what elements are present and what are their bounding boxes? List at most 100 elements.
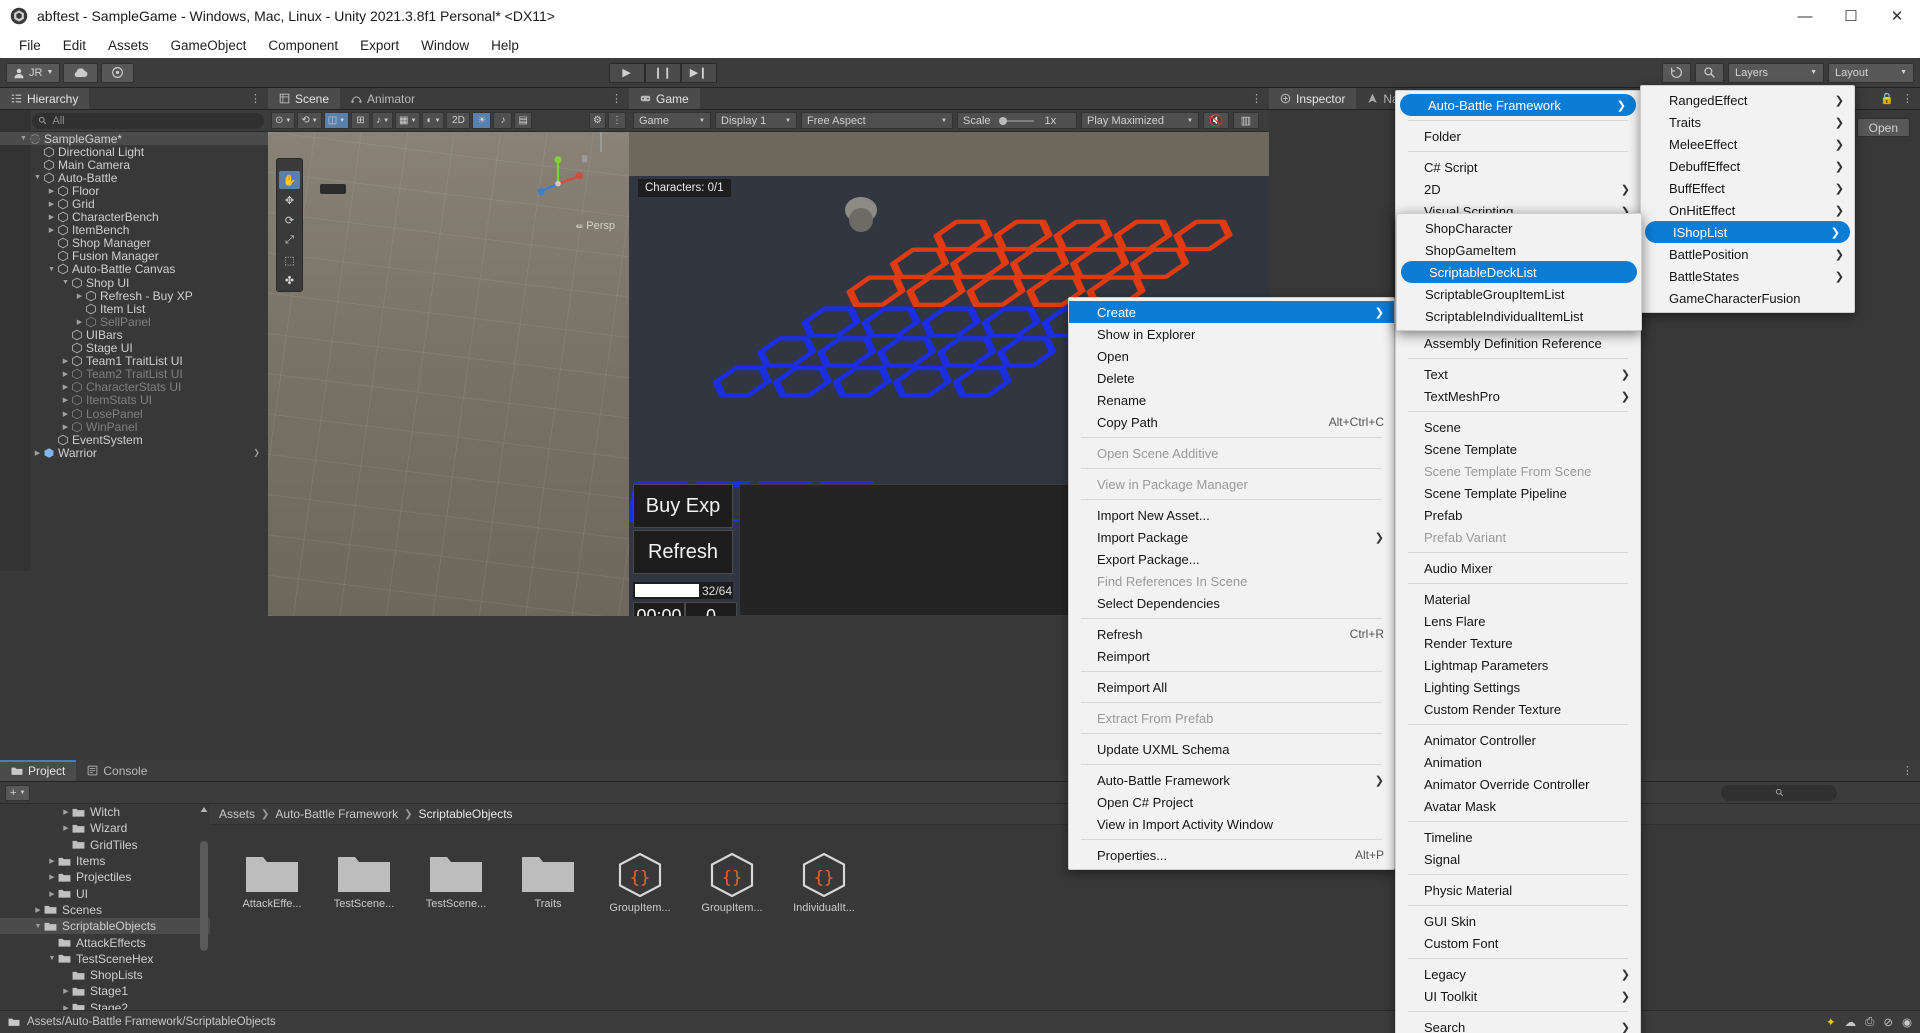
pause-button[interactable]: ❙❙ — [644, 62, 681, 83]
kebab-icon[interactable]: ⋮ — [1902, 92, 1913, 105]
project-search-input[interactable] — [1721, 784, 1837, 801]
scene-audio-toggle[interactable]: ♪ ▼ — [372, 112, 394, 129]
create-asset-button[interactable]: + ▼ — [5, 784, 31, 801]
tab-game[interactable]: Game — [629, 88, 700, 109]
menu-item-physic-material[interactable]: Physic Material — [1396, 879, 1640, 901]
menu-item-import-package[interactable]: Import Package ❯ — [1069, 526, 1394, 548]
tool-rect-icon[interactable]: ⬚ — [279, 251, 300, 269]
menu-item-ui-toolkit[interactable]: UI Toolkit ❯ — [1396, 985, 1640, 1007]
menu-item-scene[interactable]: Scene — [1396, 416, 1640, 438]
menu-item-c-script[interactable]: C# Script — [1396, 156, 1640, 178]
scene-rotation-button[interactable]: ⟲ ▼ — [297, 112, 322, 129]
tab-animator[interactable]: Animator — [340, 88, 427, 109]
tool-transform-icon[interactable]: ✤ — [279, 271, 300, 289]
menu-item-copy-path[interactable]: Copy Path Alt+Ctrl+C — [1069, 411, 1394, 433]
tool-move-icon[interactable]: ✥ — [279, 191, 300, 209]
menu-item-animation[interactable]: Animation — [1396, 751, 1640, 773]
game-aspect-selector[interactable]: Free Aspect ▼ — [801, 112, 953, 129]
tab-scene[interactable]: Scene — [268, 88, 341, 109]
step-button[interactable]: ▶❙ — [680, 62, 717, 83]
search-button[interactable] — [1695, 62, 1724, 83]
undo-history-button[interactable] — [1662, 62, 1691, 83]
menu-item-battleposition[interactable]: BattlePosition ❯ — [1641, 243, 1854, 265]
scroll-up-arrow-icon[interactable] — [200, 806, 208, 814]
ishoplist-submenu[interactable]: ShopCharacter ShopGameItem ScriptableDeckL… — [1396, 213, 1642, 331]
chevron-right-icon[interactable]: ▶ — [60, 824, 72, 832]
menu-item-properties[interactable]: Properties... Alt+P — [1069, 844, 1394, 866]
cloud-button[interactable] — [63, 62, 99, 83]
menu-item-scene-template[interactable]: Scene Template — [1396, 438, 1640, 460]
sprite-atlas-icon[interactable]: ✦ — [1826, 1015, 1836, 1029]
scene-2d-toggle[interactable]: ⊞ — [351, 112, 371, 129]
game-view-selector[interactable]: Game ▼ — [633, 112, 711, 129]
menu-item-custom-render-texture[interactable]: Custom Render Texture — [1396, 698, 1640, 720]
hierarchy-search-input[interactable]: All — [32, 112, 264, 129]
chevron-down-icon[interactable]: ▼ — [18, 135, 29, 142]
chevron-right-icon[interactable]: ▶ — [46, 200, 57, 208]
chevron-right-icon[interactable]: ▶ — [60, 357, 71, 365]
asset-item[interactable]: TestScene... — [421, 851, 491, 914]
menu-item-battlestates[interactable]: BattleStates ❯ — [1641, 265, 1854, 287]
menu-component[interactable]: Component — [257, 35, 349, 56]
tab-project[interactable]: Project — [0, 760, 77, 781]
menu-item-view-in-import-activity-window[interactable]: View in Import Activity Window — [1069, 813, 1394, 835]
scene-options-button[interactable]: ⋮ — [611, 88, 629, 109]
hierarchy-item-itembench[interactable]: ▶ ItemBench — [0, 223, 268, 237]
hierarchy-item-winpanel[interactable]: ▶ WinPanel — [0, 420, 268, 434]
chevron-right-icon[interactable]: ▶ — [32, 449, 43, 457]
project-folder-testscenehex[interactable]: ▼ TestSceneHex — [0, 951, 210, 967]
menu-item-2d[interactable]: 2D ❯ — [1396, 178, 1640, 200]
scene-pivot-button[interactable]: ⊙ ▼ — [271, 112, 296, 129]
hierarchy-item-itemstats-ui[interactable]: ▶ ItemStats UI — [0, 393, 268, 407]
menu-item-scriptableindividualitemlist[interactable]: ScriptableIndividualItemList — [1397, 305, 1641, 327]
layers-dropdown[interactable]: Layers ▼ — [1728, 62, 1824, 83]
game-stats-button[interactable]: ▥ — [1233, 112, 1259, 129]
hierarchy-item-sellpanel[interactable]: ▶ SellPanel — [0, 315, 268, 329]
menu-item-textmeshpro[interactable]: TextMeshPro ❯ — [1396, 385, 1640, 407]
chevron-down-icon[interactable]: ▼ — [46, 266, 57, 273]
lock-icon[interactable]: 🔒 — [1880, 92, 1894, 105]
menu-item-custom-font[interactable]: Custom Font — [1396, 932, 1640, 954]
menu-assets[interactable]: Assets — [97, 35, 160, 56]
hierarchy-item-main-camera[interactable]: Main Camera — [0, 158, 268, 172]
menu-item-reimport[interactable]: Reimport — [1069, 645, 1394, 667]
menu-export[interactable]: Export — [349, 35, 410, 56]
scene-fx-toggle[interactable]: ◐ ▼ — [422, 112, 445, 129]
chevron-right-icon[interactable]: ▶ — [60, 987, 72, 995]
menu-window[interactable]: Window — [410, 35, 480, 56]
menu-item-auto-battle-framework[interactable]: Auto-Battle Framework ❯ — [1400, 94, 1636, 116]
hierarchy-item-directional-light[interactable]: Directional Light — [0, 145, 268, 159]
tool-hand[interactable] — [279, 161, 300, 169]
menu-item-rangedeffect[interactable]: RangedEffect ❯ — [1641, 89, 1854, 111]
cloud-icon[interactable]: ☁ — [1845, 1015, 1857, 1029]
scene-gizmos-toggle[interactable]: ▦ ▼ — [395, 112, 421, 129]
hierarchy-item-auto-battle-canvas[interactable]: ▼ Auto-Battle Canvas — [0, 262, 268, 276]
tab-inspector[interactable]: Inspector — [1269, 88, 1357, 109]
project-folder-items[interactable]: ▶ Items — [0, 853, 210, 869]
menu-item-animator-controller[interactable]: Animator Controller — [1396, 729, 1640, 751]
menu-item-prefab[interactable]: Prefab — [1396, 504, 1640, 526]
game-mute-audio-button[interactable]: 🔇 — [1203, 112, 1229, 129]
chevron-right-icon[interactable]: ▶ — [60, 370, 71, 378]
chevron-down-icon[interactable]: ▼ — [32, 923, 44, 930]
scene-grid-button[interactable]: ▤ — [514, 112, 532, 129]
hierarchy-tree[interactable]: ▼ SampleGame* Directional Light Main Camera… — [0, 132, 268, 593]
minimize-button[interactable]: — — [1782, 0, 1828, 32]
project-folder-attackeffects[interactable]: AttackEffects — [0, 934, 210, 950]
scene-audio-mute[interactable]: ♪ — [493, 112, 513, 129]
breadcrumb-segment[interactable]: Assets — [219, 807, 255, 821]
menu-item-scriptabledecklist[interactable]: ScriptableDeckList — [1401, 261, 1637, 283]
menu-item-traits[interactable]: Traits ❯ — [1641, 111, 1854, 133]
scene-more-options[interactable]: ⋮ — [608, 112, 626, 129]
menu-item-reimport-all[interactable]: Reimport All — [1069, 676, 1394, 698]
tab-console[interactable]: Console — [76, 760, 159, 781]
chevron-right-icon[interactable]: ▶ — [60, 410, 71, 418]
account-icon[interactable]: ◉ — [1902, 1015, 1912, 1029]
menu-item-create[interactable]: Create ❯ — [1069, 301, 1394, 323]
tool-hand-icon[interactable]: ✋ — [279, 171, 300, 189]
tab-hierarchy[interactable]: Hierarchy — [0, 88, 90, 109]
menu-item-import-new-asset[interactable]: Import New Asset... — [1069, 504, 1394, 526]
menu-item-gui-skin[interactable]: GUI Skin — [1396, 910, 1640, 932]
scene-view-options[interactable]: ⚙ — [589, 112, 606, 129]
menu-item-shopgameitem[interactable]: ShopGameItem — [1397, 239, 1641, 261]
